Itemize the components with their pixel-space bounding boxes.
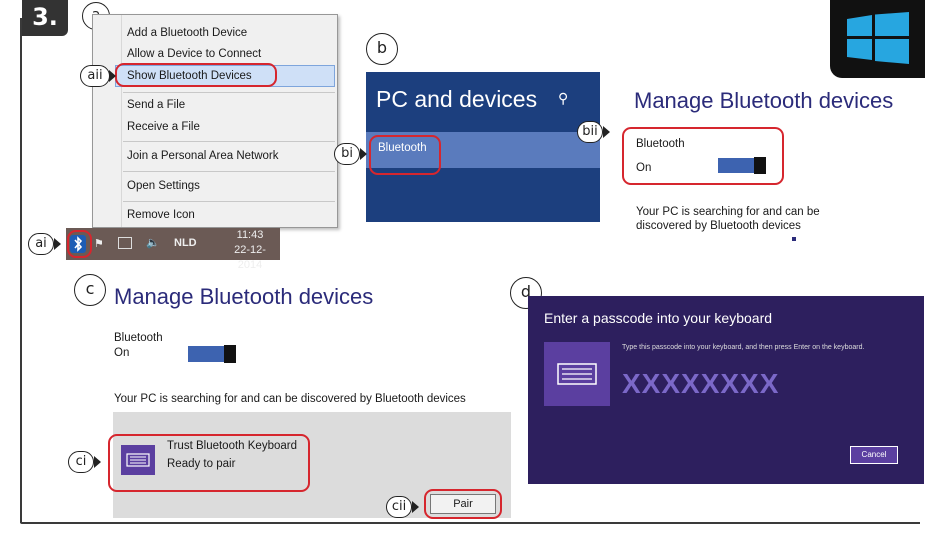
toggle-thumb (224, 345, 236, 363)
menu-separator (123, 201, 335, 202)
search-status-c: Your PC is searching for and can be disc… (114, 393, 466, 405)
frame-left-border (20, 18, 22, 523)
callout-cii: cii (386, 496, 412, 518)
menu-item-allow-connect[interactable]: Allow a Device to Connect (127, 44, 261, 64)
callout-bi: bi (334, 143, 360, 165)
callout-b: b (366, 33, 398, 65)
search-status-line2: discovered by Bluetooth devices (636, 220, 801, 232)
menu-item-remove-icon[interactable]: Remove Icon (127, 205, 195, 225)
language-indicator[interactable]: NLD (174, 237, 197, 249)
callout-aii: aii (80, 65, 110, 87)
bluetooth-state-c: On (114, 347, 130, 359)
windows-logo-icon (830, 0, 925, 78)
passcode-dialog: Enter a passcode into your keyboard Type… (528, 296, 924, 484)
bluetooth-label-c: Bluetooth (114, 332, 163, 344)
menu-separator (123, 171, 335, 172)
callout-arrow (412, 501, 419, 513)
callout-arrow (360, 148, 367, 160)
callout-c: c (74, 274, 106, 306)
menu-gutter (121, 15, 122, 227)
manage-bluetooth-title: Manage Bluetooth devices (634, 88, 894, 113)
highlight-pair-button (424, 489, 502, 519)
callout-arrow (603, 126, 610, 138)
callout-arrow (94, 456, 101, 468)
speaker-icon[interactable]: 🔈 (146, 236, 160, 249)
passcode-value: XXXXXXXX (622, 368, 780, 399)
menu-item-receive-file[interactable]: Receive a File (127, 117, 200, 137)
taskbar: ⚑ 🔈 NLD 11:43 22-12-2014 (66, 228, 280, 271)
passcode-heading: Enter a passcode into your keyboard (544, 310, 773, 326)
menu-item-join-pan[interactable]: Join a Personal Area Network (127, 146, 279, 166)
manage-bluetooth-title-c: Manage Bluetooth devices (114, 284, 374, 309)
bluetooth-context-menu: Add a Bluetooth Device Allow a Device to… (92, 14, 338, 228)
callout-ai: ai (28, 233, 54, 255)
clock-date: 22-12-2014 (234, 244, 266, 271)
callout-ci: ci (68, 451, 94, 473)
menu-item-send-file[interactable]: Send a File (127, 95, 185, 115)
menu-separator (123, 92, 335, 93)
menu-item-add-device[interactable]: Add a Bluetooth Device (127, 23, 247, 43)
step-number-badge: 3. (22, 0, 68, 36)
search-status-line1: Your PC is searching for and can be (636, 206, 820, 218)
callout-arrow (54, 238, 61, 250)
taskbar-clock[interactable]: 11:43 22-12-2014 (222, 228, 278, 273)
highlight-bluetooth-toggle (622, 127, 784, 185)
clock-time: 11:43 (236, 229, 264, 241)
progress-dot (792, 237, 796, 241)
highlight-device (108, 434, 310, 492)
highlight-bluetooth-nav (369, 135, 441, 175)
search-icon[interactable]: ⚲ (558, 90, 568, 107)
callout-bii: bii (577, 121, 603, 143)
flag-icon[interactable]: ⚑ (94, 237, 104, 250)
passcode-instruction: Type this passcode into your keyboard, a… (622, 344, 865, 351)
pc-devices-title: PC and devices (376, 86, 538, 112)
menu-item-open-settings[interactable]: Open Settings (127, 176, 200, 196)
cancel-button[interactable]: Cancel (850, 446, 898, 464)
highlight-show-devices (115, 63, 277, 87)
callout-arrow (109, 70, 116, 82)
highlight-bluetooth-tray (67, 230, 92, 258)
keyboard-icon (544, 342, 610, 406)
network-icon[interactable] (118, 237, 132, 249)
bluetooth-toggle-c[interactable] (188, 345, 236, 363)
menu-separator (123, 141, 335, 142)
frame-bottom-border (20, 522, 920, 524)
